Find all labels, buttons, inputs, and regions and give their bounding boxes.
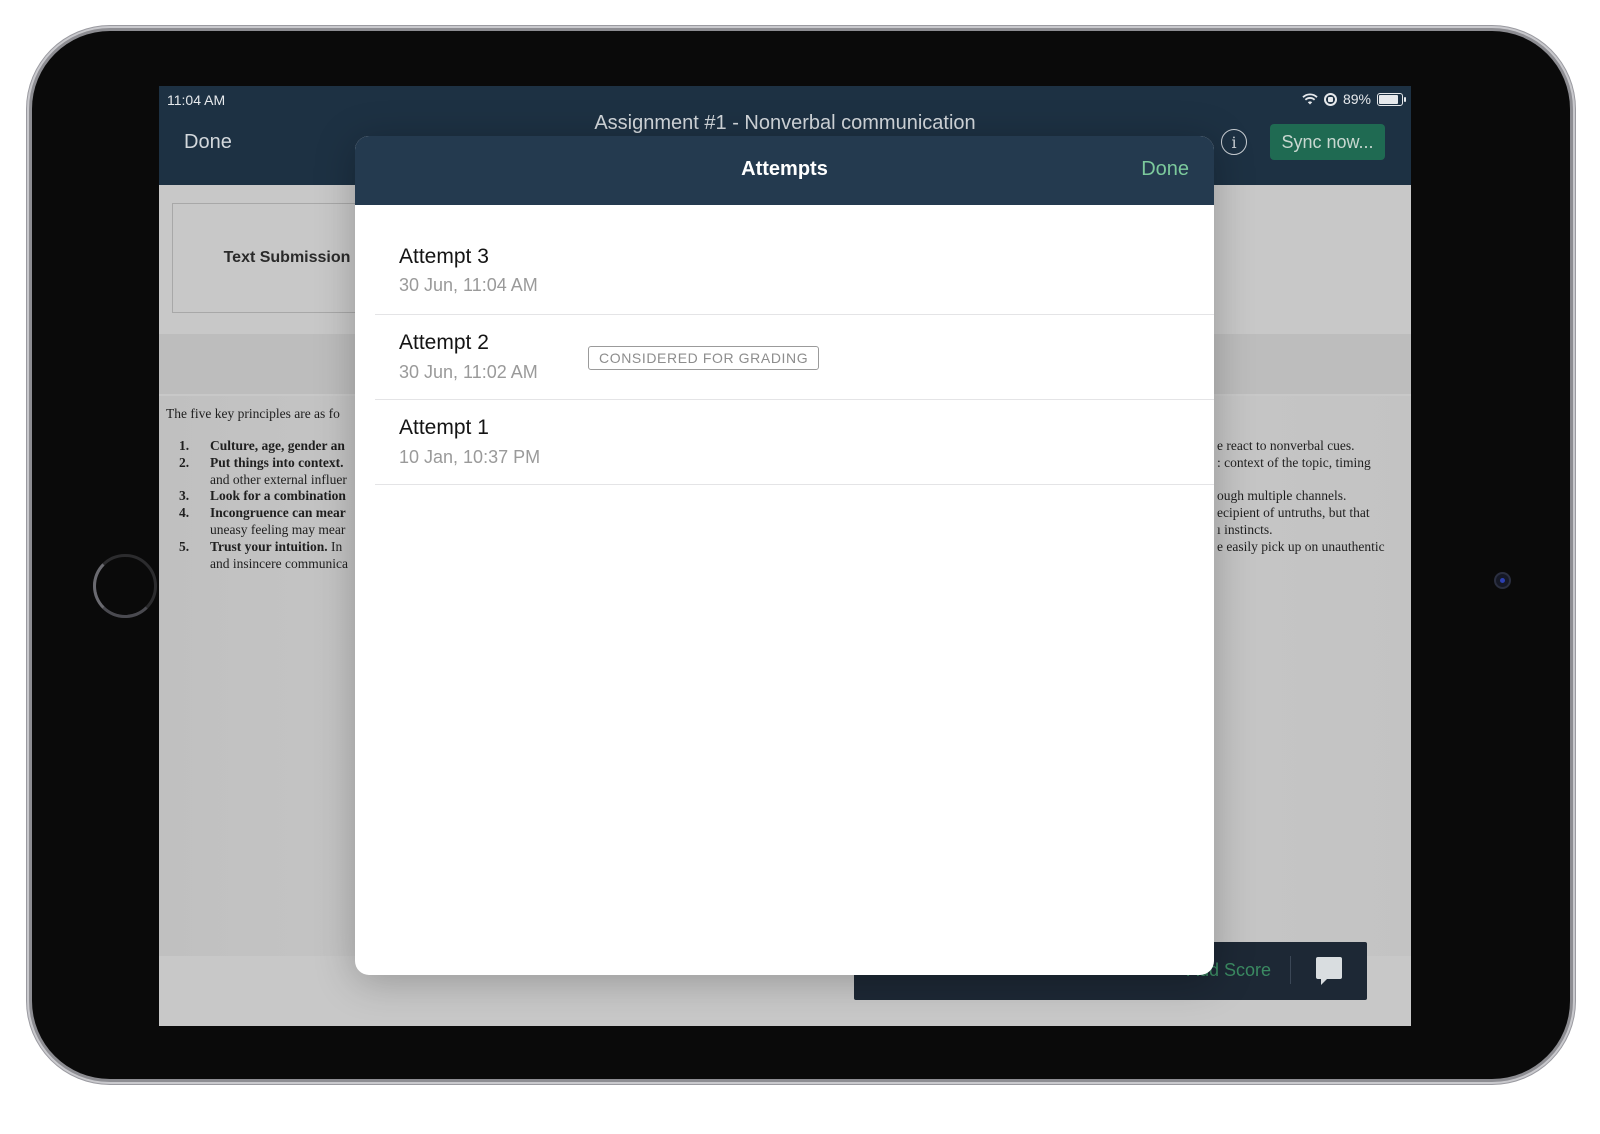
- list-item-rest: and insincere communica: [210, 555, 348, 571]
- list-number: 1.: [179, 438, 190, 453]
- document-intro: The five key principles are as fo: [166, 406, 340, 421]
- list-item-text-right: e easily pick up on unauthentic: [1217, 538, 1385, 554]
- list-item-text: Put things into context.: [210, 454, 344, 471]
- attempt-date: 30 Jun, 11:02 AM: [399, 362, 538, 382]
- attempt-date: 30 Jun, 11:04 AM: [399, 275, 538, 295]
- modal-done-button[interactable]: Done: [1141, 158, 1189, 181]
- list-item-text-right: : context of the topic, timing: [1217, 454, 1371, 470]
- list-item-text: uneasy feeling may mear: [210, 521, 345, 538]
- list-item-bold: Culture, age, gender an: [210, 438, 345, 453]
- attempt-row[interactable]: Attempt 1 10 Jan, 10:37 PM: [375, 400, 1214, 485]
- attempts-modal: Attempts Done Attempt 3 30 Jun, 11:04 AM…: [355, 136, 1214, 975]
- modal-header: Attempts Done: [355, 136, 1214, 205]
- home-button[interactable]: [93, 554, 157, 618]
- page-title: Assignment #1 - Nonverbal communication: [594, 112, 976, 134]
- list-item-text: and insincere communica: [210, 555, 348, 572]
- attempt-name: Attempt 2: [399, 331, 489, 354]
- list-item-bold: Trust your intuition.: [210, 538, 328, 554]
- list-item-text-right: ough multiple channels.: [1217, 488, 1347, 504]
- attempt-name: Attempt 1: [399, 416, 489, 439]
- grading-badge: CONSIDERED FOR GRADING: [588, 346, 820, 370]
- attempt-list: Attempt 3 30 Jun, 11:04 AM Attempt 2 30 …: [375, 205, 1214, 485]
- list-item-rest: In: [327, 538, 343, 554]
- list-item-text-right: ecipient of untruths, but that: [1217, 505, 1370, 521]
- list-number: 5.: [179, 538, 190, 554]
- list-item-text-right: ı instincts.: [1217, 522, 1273, 537]
- status-indicators: 89%: [1302, 91, 1406, 107]
- list-number: 4.: [179, 505, 190, 521]
- orientation-lock-icon: [1323, 92, 1337, 106]
- list-number: 2.: [179, 454, 190, 470]
- status-time: 11:04 AM: [167, 92, 226, 108]
- list-item-text: Trust your intuition. In: [210, 538, 342, 555]
- attempt-name: Attempt 3: [399, 245, 489, 268]
- battery-level: [1379, 94, 1398, 104]
- list-item-rest: uneasy feeling may mear: [210, 522, 346, 537]
- battery-percent: 89%: [1342, 91, 1371, 107]
- attempt-row[interactable]: Attempt 3 30 Jun, 11:04 AM: [375, 205, 1214, 315]
- attempt-row[interactable]: Attempt 2 30 Jun, 11:02 AM CONSIDERED FO…: [375, 315, 1214, 400]
- comment-icon[interactable]: [1316, 957, 1342, 985]
- wifi-icon: [1302, 93, 1318, 105]
- list-item-text-right: e react to nonverbal cues.: [1217, 438, 1355, 453]
- battery-icon: [1377, 92, 1406, 106]
- list-item-text: Culture, age, gender an: [210, 437, 345, 454]
- info-icon[interactable]: i: [1221, 129, 1247, 155]
- list-item-text: and other external influer: [210, 471, 347, 488]
- camera: [1494, 572, 1511, 589]
- sync-button[interactable]: Sync now...: [1270, 124, 1385, 160]
- attempt-date: 10 Jan, 10:37 PM: [399, 447, 541, 467]
- list-item-rest: and other external influer: [210, 471, 347, 487]
- toolbar-divider: [1290, 956, 1291, 984]
- modal-title: Attempts: [741, 158, 828, 180]
- screen: 11:04 AM 89% Done Assignment #1 - Nonver…: [159, 86, 1411, 1026]
- list-item-bold: Put things into context.: [210, 454, 344, 470]
- list-item-text: Look for a combination: [210, 487, 346, 504]
- list-item-bold: Incongruence can mear: [210, 505, 346, 521]
- list-item-text: Incongruence can mear: [210, 504, 346, 521]
- list-item-bold: Look for a combination: [210, 488, 346, 504]
- list-number: 3.: [179, 488, 190, 504]
